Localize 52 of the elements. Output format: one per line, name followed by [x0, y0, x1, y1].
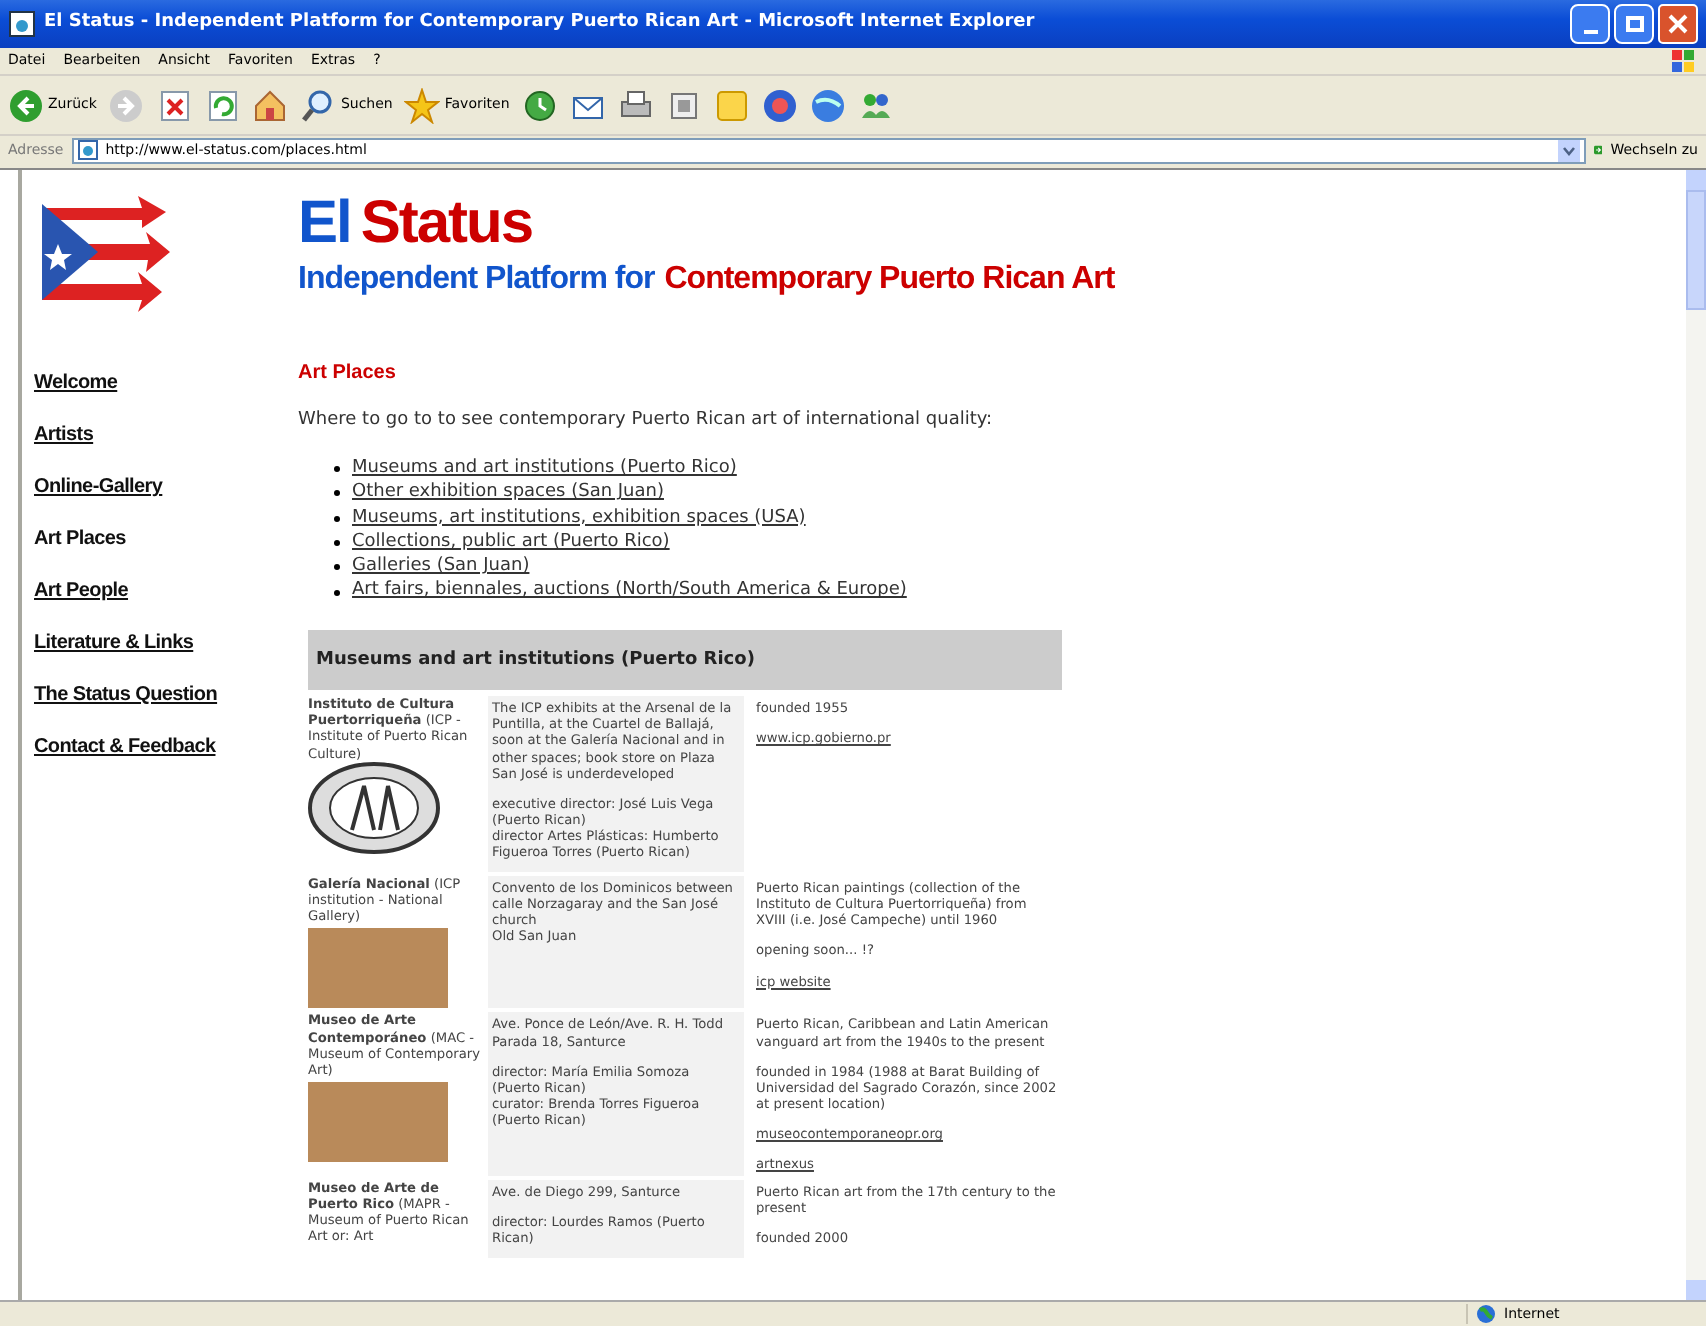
- site-subtitle: Independent Platform for: [298, 262, 655, 298]
- nav-link[interactable]: Art People: [34, 578, 129, 604]
- home-icon[interactable]: [252, 87, 289, 123]
- table-header: Museums and art institutions (Puerto Rico): [308, 630, 1062, 691]
- link[interactable]: Other exhibition spaces (San Juan): [352, 480, 664, 508]
- link[interactable]: Museums and art institutions (Puerto Rico): [352, 455, 737, 483]
- page-icon: [8, 10, 36, 38]
- photo-placeholder: [308, 928, 448, 1009]
- printer-icon[interactable]: [617, 87, 654, 123]
- bullet-icon: [334, 466, 340, 473]
- bullet-icon: [334, 490, 340, 497]
- page-icon: [77, 140, 98, 160]
- minimize-button[interactable]: [1570, 4, 1610, 44]
- window-title: El Status - Independent Platform for Contemporary Puerto Rican Art - Microsoft Internet Explorer: [44, 10, 1035, 37]
- link[interactable]: Museums, art institutions, exhibition spaces (USA): [352, 505, 806, 532]
- chevron-down-icon: [1562, 145, 1576, 155]
- nav-link[interactable]: Welcome: [34, 370, 118, 396]
- bullet-icon: [334, 515, 340, 522]
- link[interactable]: Galleries (San Juan): [352, 554, 530, 582]
- nav-link[interactable]: Artists: [34, 422, 94, 448]
- clock-icon[interactable]: [521, 87, 558, 123]
- search-icon: [300, 87, 337, 123]
- photo-placeholder: [308, 1081, 448, 1162]
- section-heading: Art Places: [298, 360, 398, 388]
- bullet-icon: [334, 540, 340, 547]
- windows-logo-icon: [1670, 48, 1698, 74]
- globe-icon[interactable]: [809, 87, 846, 123]
- maximize-button[interactable]: [1614, 4, 1654, 44]
- flag-arrows-logo: [38, 196, 170, 316]
- nav-link[interactable]: Contact & Feedback: [34, 734, 216, 760]
- nav-link[interactable]: Online-Gallery: [34, 474, 163, 500]
- dropdown-button[interactable]: [1558, 139, 1580, 161]
- circle-icon[interactable]: [761, 87, 798, 123]
- site-title: Status: [360, 194, 533, 254]
- bullet-icon: [334, 589, 340, 596]
- star-icon: [404, 87, 441, 123]
- seal-drawing: [308, 761, 440, 854]
- nav-link[interactable]: The Status Question: [34, 682, 218, 708]
- close-button[interactable]: [1658, 4, 1698, 44]
- intro-text: Where to go to to see contemporary Puerto Rican art of international quality:: [298, 408, 995, 434]
- link[interactable]: Collections, public art (Puerto Rico): [352, 529, 670, 557]
- nav-link[interactable]: Literature & Links: [34, 630, 194, 656]
- refresh-icon[interactable]: [204, 87, 241, 123]
- site-subtitle: Contemporary Puerto Rican Art: [664, 262, 1115, 298]
- scrollbar[interactable]: [1686, 170, 1706, 1300]
- bullet-icon: [334, 564, 340, 571]
- page-icon[interactable]: [665, 87, 702, 123]
- globe-icon: [1476, 1304, 1496, 1324]
- nav-link[interactable]: Art Places: [34, 526, 126, 552]
- stop-icon[interactable]: [156, 87, 193, 123]
- link[interactable]: Art fairs, biennales, auctions (North/South America & Europe): [352, 578, 907, 606]
- site-title: El: [298, 194, 351, 254]
